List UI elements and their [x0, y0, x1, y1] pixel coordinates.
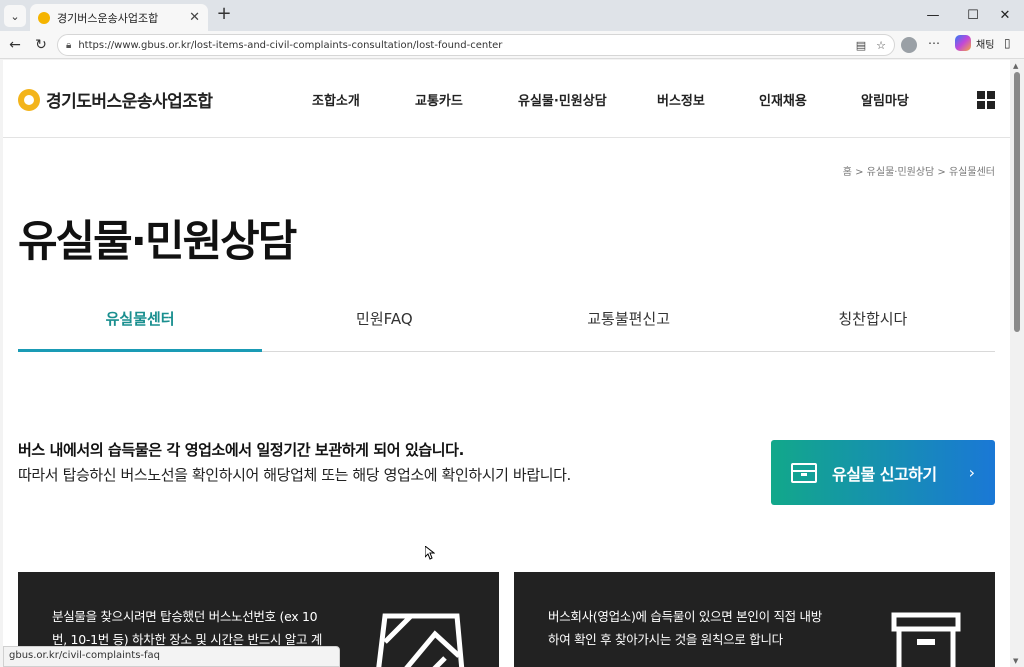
- tab-lost-found-center[interactable]: 유실물센터: [18, 302, 263, 352]
- address-toolbar: ← ↻ 🔒︎ https://www.gbus.or.kr/lost-items…: [0, 31, 1024, 59]
- back-icon[interactable]: ←: [6, 36, 24, 54]
- report-lost-item-button[interactable]: 유실물 신고하기 ›: [771, 440, 995, 505]
- scroll-up-icon[interactable]: ▲: [1013, 62, 1018, 70]
- intro-text: 따라서 탑승하신 버스노선을 확인하시어 해당업체 또는 해당 영업소에 확인하…: [18, 466, 571, 484]
- nav-item-transit-card[interactable]: 교통카드: [415, 90, 463, 109]
- site-header: 경기도버스운송사업조합 조합소개 교통카드 유실물·민원상담 버스정보 인재채용…: [3, 60, 1010, 138]
- new-tab-icon[interactable]: +: [214, 5, 234, 25]
- tab-close-icon[interactable]: ✕: [189, 10, 200, 25]
- sub-tabs: 유실물센터 민원FAQ 교통불편신고 칭찬합시다: [18, 302, 995, 352]
- url-text[interactable]: https://www.gbus.or.kr/lost-items-and-ci…: [78, 40, 845, 51]
- page-title: 유실물·민원상담: [18, 217, 297, 267]
- nav-item-about[interactable]: 조합소개: [312, 90, 360, 109]
- nav-item-notice[interactable]: 알림마당: [861, 90, 909, 109]
- nav-item-lost-items[interactable]: 유실물·민원상담: [518, 90, 607, 109]
- page-scrollbar[interactable]: ▲ ▼: [1010, 60, 1024, 667]
- copilot-button[interactable]: 채팅: [955, 35, 994, 51]
- chevron-right-icon: ›: [968, 463, 975, 482]
- reload-icon[interactable]: ↻: [32, 36, 50, 54]
- logo-mark-icon: [18, 88, 40, 111]
- page-viewport: 경기도버스운송사업조합 조합소개 교통카드 유실물·민원상담 버스정보 인재채용…: [3, 60, 1010, 667]
- site-favicon-icon: [38, 11, 50, 24]
- archive-box-icon: [891, 612, 961, 667]
- scrollbar-thumb[interactable]: [1014, 72, 1020, 332]
- sidebar-icon[interactable]: ▯: [1004, 36, 1011, 50]
- nav-item-bus-info[interactable]: 버스정보: [657, 90, 705, 109]
- tab-traffic-complaint[interactable]: 교통불편신고: [507, 302, 751, 351]
- address-bar[interactable]: 🔒︎ https://www.gbus.or.kr/lost-items-and…: [57, 34, 895, 56]
- box-icon: [791, 462, 817, 483]
- more-menu-icon[interactable]: ⋯: [928, 36, 940, 50]
- reading-view-icon[interactable]: ▤: [856, 39, 866, 52]
- copilot-label: 채팅: [976, 39, 995, 51]
- browser-tab-bar: ⌄ 경기버스운송사업조합 ✕ + — ☐ ✕: [0, 0, 1024, 31]
- scroll-down-icon[interactable]: ▼: [1013, 657, 1018, 665]
- card-text: 버스회사(영업소)에 습득물이 있으면 본인이 직접 내방하여 확인 후 찾아가…: [548, 609, 822, 647]
- site-logo[interactable]: 경기도버스운송사업조합: [18, 87, 213, 112]
- tab-title: 경기버스운송사업조합: [57, 11, 159, 25]
- map-icon: [376, 613, 465, 667]
- logo-text: 경기도버스운송사업조합: [46, 92, 213, 112]
- window-close-icon[interactable]: ✕: [982, 0, 1024, 31]
- copilot-icon: [955, 35, 971, 51]
- report-button-label: 유실물 신고하기: [832, 464, 937, 484]
- tab-civil-faq[interactable]: 민원FAQ: [262, 302, 506, 351]
- status-bar-url: gbus.or.kr/civil-complaints-faq: [3, 646, 340, 667]
- tab-compliments[interactable]: 칭찬합시다: [751, 302, 995, 351]
- nav-item-recruit[interactable]: 인재채용: [759, 90, 807, 109]
- tab-list-chevron-icon[interactable]: ⌄: [4, 5, 26, 27]
- info-card-pickup: 버스회사(영업소)에 습득물이 있으면 본인이 직접 내방하여 확인 후 찾아가…: [514, 572, 995, 667]
- site-info-icon[interactable]: 🔒︎: [66, 40, 71, 51]
- browser-tab[interactable]: 경기버스운송사업조합 ✕: [30, 4, 208, 31]
- favorite-star-icon[interactable]: ☆: [876, 39, 886, 52]
- profile-avatar[interactable]: [901, 37, 917, 53]
- all-menu-grid-icon[interactable]: [977, 91, 995, 109]
- breadcrumb: 홈 > 유실물·민원상담 > 유실물센터: [842, 167, 995, 178]
- mouse-cursor-icon: [425, 546, 435, 560]
- intro-heading: 버스 내에서의 습득물은 각 영업소에서 일정기간 보관하게 되어 있습니다.: [18, 441, 464, 459]
